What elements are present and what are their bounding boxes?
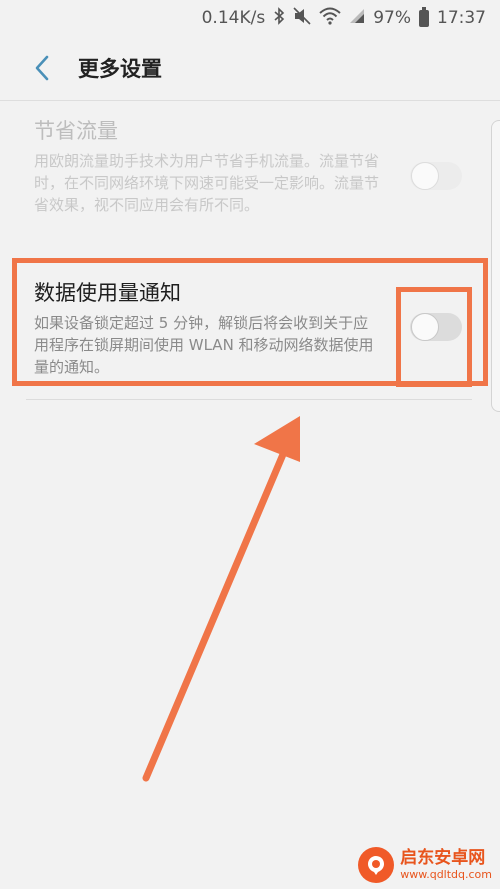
mute-icon — [293, 7, 311, 29]
bluetooth-icon — [273, 7, 285, 29]
battery-icon — [419, 6, 429, 27]
data-saver-toggle — [410, 162, 462, 190]
watermark-logo — [358, 847, 395, 883]
setting-description: 用欧朗流量助手技术为用户节省手机流量。流量节省时，在不同网络环境下网速可能受一定… — [34, 152, 380, 214]
setting-description: 如果设备锁定超过 5 分钟，解锁后将会收到关于应用程序在锁屏期间使用 WLAN … — [34, 314, 374, 376]
watermark: 启东安卓网 www.qdltdq.com — [358, 847, 492, 883]
app-bar: 更多设置 — [0, 36, 500, 100]
row-divider — [26, 399, 472, 400]
chevron-left-icon — [35, 55, 49, 81]
signal-icon — [349, 8, 365, 28]
setting-title: 数据使用量通知 — [34, 281, 181, 305]
toggle-knob — [411, 162, 439, 190]
battery-percent: 97% — [373, 8, 411, 28]
header-divider — [0, 100, 500, 101]
wifi-icon — [319, 7, 341, 29]
watermark-name: 启东安卓网 — [400, 848, 486, 868]
network-speed: 0.14K/s — [201, 8, 266, 28]
setting-title: 节省流量 — [34, 119, 118, 143]
clock: 17:37 — [437, 8, 486, 28]
page-title: 更多设置 — [78, 57, 162, 81]
settings-screen: 0.14K/s 97% 17:37 更多设置 节省流量 用欧朗流量助手技术为用户… — [0, 0, 500, 889]
watermark-url: www.qdltdq.com — [400, 868, 492, 881]
status-bar: 0.14K/s 97% 17:37 — [0, 0, 500, 36]
data-usage-notification-toggle[interactable] — [410, 313, 462, 341]
watermark-text: 启东安卓网 www.qdltdq.com — [400, 848, 492, 882]
back-button[interactable] — [20, 46, 64, 90]
toggle-knob — [411, 313, 439, 341]
